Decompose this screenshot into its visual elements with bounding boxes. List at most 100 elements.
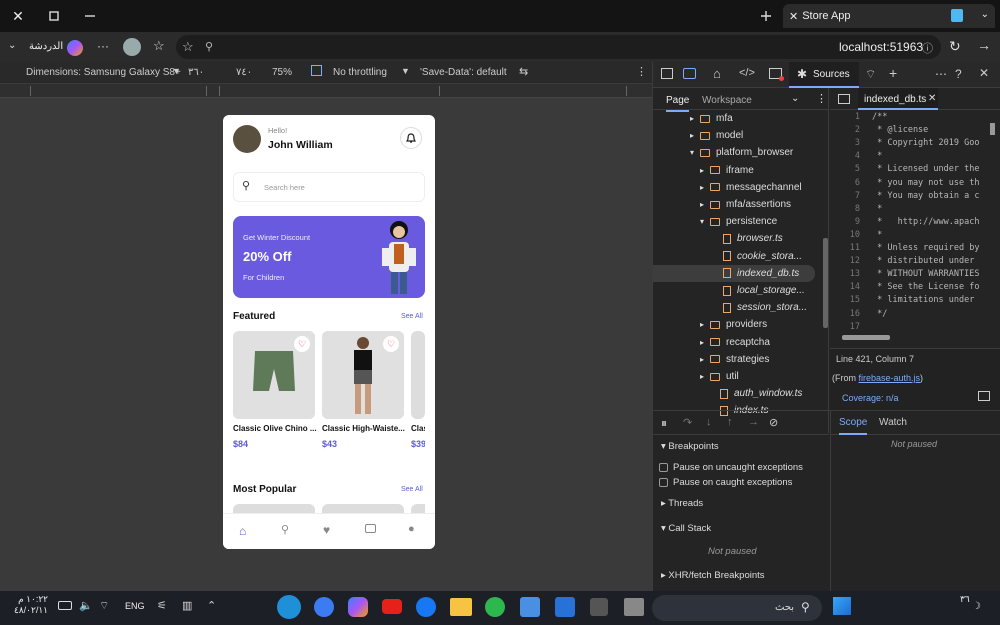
tree-folder-item[interactable]: ▸ iframe <box>700 162 754 179</box>
tree-folder-item[interactable]: ▾ persistence <box>700 213 777 230</box>
code-line[interactable]: 10 * <box>830 230 883 243</box>
copilot-chat-label[interactable]: الدردشة <box>29 41 63 52</box>
expand-arrow-icon[interactable]: ▸ <box>690 114 700 123</box>
product-card-image[interactable]: ♡ <box>322 331 404 419</box>
line-number[interactable]: 13 <box>830 269 860 279</box>
featured-see-all-link[interactable]: See All <box>401 313 423 320</box>
product-card-image[interactable] <box>411 331 425 419</box>
source-map-link[interactable]: firebase-auth.js <box>859 373 921 383</box>
call-stack-section[interactable]: ▾ Call Stack <box>661 523 711 534</box>
edge-taskbar-icon[interactable] <box>277 595 301 619</box>
popular-see-all-link[interactable]: See All <box>401 486 423 493</box>
line-number[interactable]: 6 <box>830 178 860 188</box>
wifi-icon[interactable]: ⌔ <box>865 67 876 82</box>
line-number[interactable]: 1 <box>830 112 860 122</box>
site-info-icon[interactable]: ⓘ <box>922 40 933 56</box>
tree-folder-item[interactable]: ▸ mfa/assertions <box>700 196 791 213</box>
add-favorite-icon[interactable]: ☆ <box>182 39 194 55</box>
code-line[interactable]: 12 * distributed under <box>830 256 975 269</box>
code-line[interactable]: 14 * See the License fo <box>830 282 980 295</box>
help-icon[interactable]: ? <box>955 67 962 81</box>
volume-icon[interactable]: 🔈 <box>79 599 93 612</box>
chrome-canary-taskbar-icon[interactable] <box>314 597 334 617</box>
expand-arrow-icon[interactable]: ▸ <box>700 355 710 364</box>
user-avatar[interactable] <box>233 125 261 153</box>
tree-file-item[interactable]: auth_window.ts <box>710 385 802 402</box>
heart-nav-icon[interactable]: ♥ <box>323 523 330 537</box>
battery-icon[interactable] <box>58 601 72 610</box>
expand-arrow-icon[interactable]: ▾ <box>690 148 700 157</box>
code-line[interactable]: 3 * Copyright 2019 Goo <box>830 138 980 151</box>
expand-arrow-icon[interactable]: ▸ <box>700 183 710 192</box>
refresh-icon[interactable]: ↻ <box>949 38 961 55</box>
network-wifi-icon[interactable]: ⌔ <box>99 599 109 613</box>
minimize-icon[interactable] <box>72 0 108 32</box>
zoom-select[interactable]: 75% <box>272 67 292 78</box>
tab-store-app[interactable]: ✕ Store App ⌄ <box>783 4 995 28</box>
store-taskbar-icon[interactable] <box>520 597 540 617</box>
tree-folder-item[interactable]: ▸ providers <box>700 316 767 333</box>
navigator-chevron-icon[interactable]: ⌄ <box>791 93 799 104</box>
tab-close-icon[interactable]: ✕ <box>789 10 798 23</box>
tree-file-item[interactable]: local_storage... <box>713 282 805 299</box>
devtools-close-icon[interactable]: ✕ <box>979 66 989 80</box>
pause-icon[interactable]: ⏸ <box>661 416 667 431</box>
line-number[interactable]: 12 <box>830 256 860 266</box>
tab-scope[interactable]: Scope <box>839 417 868 435</box>
tree-folder-item[interactable]: ▸ recaptcha <box>700 334 770 351</box>
bell-icon[interactable] <box>400 127 422 149</box>
notifications-icon[interactable]: ☽ <box>972 601 981 612</box>
expand-arrow-icon[interactable]: ▸ <box>700 320 710 329</box>
device-toggle-icon[interactable] <box>683 68 696 79</box>
line-number[interactable]: 3 <box>830 138 860 148</box>
screenshot-icon[interactable] <box>311 65 322 76</box>
tab-menu-chevron-icon[interactable]: ⌄ <box>981 9 989 20</box>
code-line[interactable]: 2 * @license <box>830 125 928 138</box>
search-nav-icon[interactable]: ⚲ <box>281 523 289 536</box>
line-number[interactable]: 15 <box>830 295 860 305</box>
line-number[interactable]: 5 <box>830 164 860 174</box>
devtools-more-icon[interactable]: ⋯ <box>935 67 947 81</box>
code-line[interactable]: 13 * WITHOUT WARRANTIES <box>830 269 980 282</box>
home-icon[interactable]: ⌂ <box>239 524 246 538</box>
expand-arrow-icon[interactable]: ▸ <box>700 200 710 209</box>
navigator-more-icon[interactable]: ⋮ <box>816 92 827 105</box>
windows-taskbar-icon[interactable] <box>624 598 644 616</box>
line-number[interactable]: 8 <box>830 204 860 214</box>
tree-file-item[interactable]: session_stora... <box>713 299 807 316</box>
tree-folder-item[interactable]: ▸ mfa <box>690 110 733 127</box>
facebook-taskbar-icon[interactable] <box>416 597 436 617</box>
tab-indexed-db[interactable]: indexed_db.ts ✕ <box>858 88 938 110</box>
expand-arrow-icon[interactable]: ▸ <box>700 338 710 347</box>
line-number[interactable]: 10 <box>830 230 860 240</box>
dimensions-select[interactable]: Dimensions: Samsung Galaxy S8+ <box>26 67 181 78</box>
app-d-taskbar-icon[interactable] <box>590 598 608 616</box>
tab-workspace[interactable]: Workspace <box>702 95 752 106</box>
show-hidden-icons-chevron[interactable]: ⌃ <box>207 599 216 612</box>
pen-menu-icon[interactable]: ⚟ <box>157 599 167 612</box>
code-line[interactable]: 11 * Unless required by <box>830 243 980 256</box>
step-into-icon[interactable]: ↓ <box>706 416 712 428</box>
url-text[interactable]: localhost:51963 <box>839 40 923 54</box>
line-number[interactable]: 16 <box>830 309 860 319</box>
navigator-scrollbar[interactable] <box>823 238 828 328</box>
forward-icon[interactable]: → <box>977 37 991 53</box>
chrome-taskbar-icon[interactable] <box>485 597 505 617</box>
tree-folder-item[interactable]: ▸ strategies <box>700 351 769 368</box>
xhr-breakpoints-section[interactable]: ▸ XHR/fetch Breakpoints <box>661 570 765 581</box>
code-line[interactable]: 6 * you may not use th <box>830 178 980 191</box>
coverage-icon[interactable] <box>978 391 990 401</box>
line-number[interactable]: 7 <box>830 191 860 201</box>
editor-scrollbar[interactable] <box>990 123 995 135</box>
tree-file-item[interactable]: indexed_db.ts <box>653 264 815 282</box>
pin-icon[interactable] <box>36 0 72 32</box>
step-icon[interactable]: → <box>748 416 759 428</box>
code-line[interactable]: 5 * Licensed under the <box>830 164 980 177</box>
inspect-icon[interactable] <box>661 68 673 79</box>
code-line[interactable]: 7 * You may obtain a c <box>830 191 980 204</box>
avatar[interactable] <box>123 38 141 56</box>
pause-caught-checkbox[interactable]: Pause on caught exceptions <box>659 477 792 488</box>
line-number[interactable]: 11 <box>830 243 860 253</box>
tree-folder-item[interactable]: ▸ util <box>700 368 739 385</box>
tab-actions-icon[interactable]: ⌄ <box>8 40 16 51</box>
